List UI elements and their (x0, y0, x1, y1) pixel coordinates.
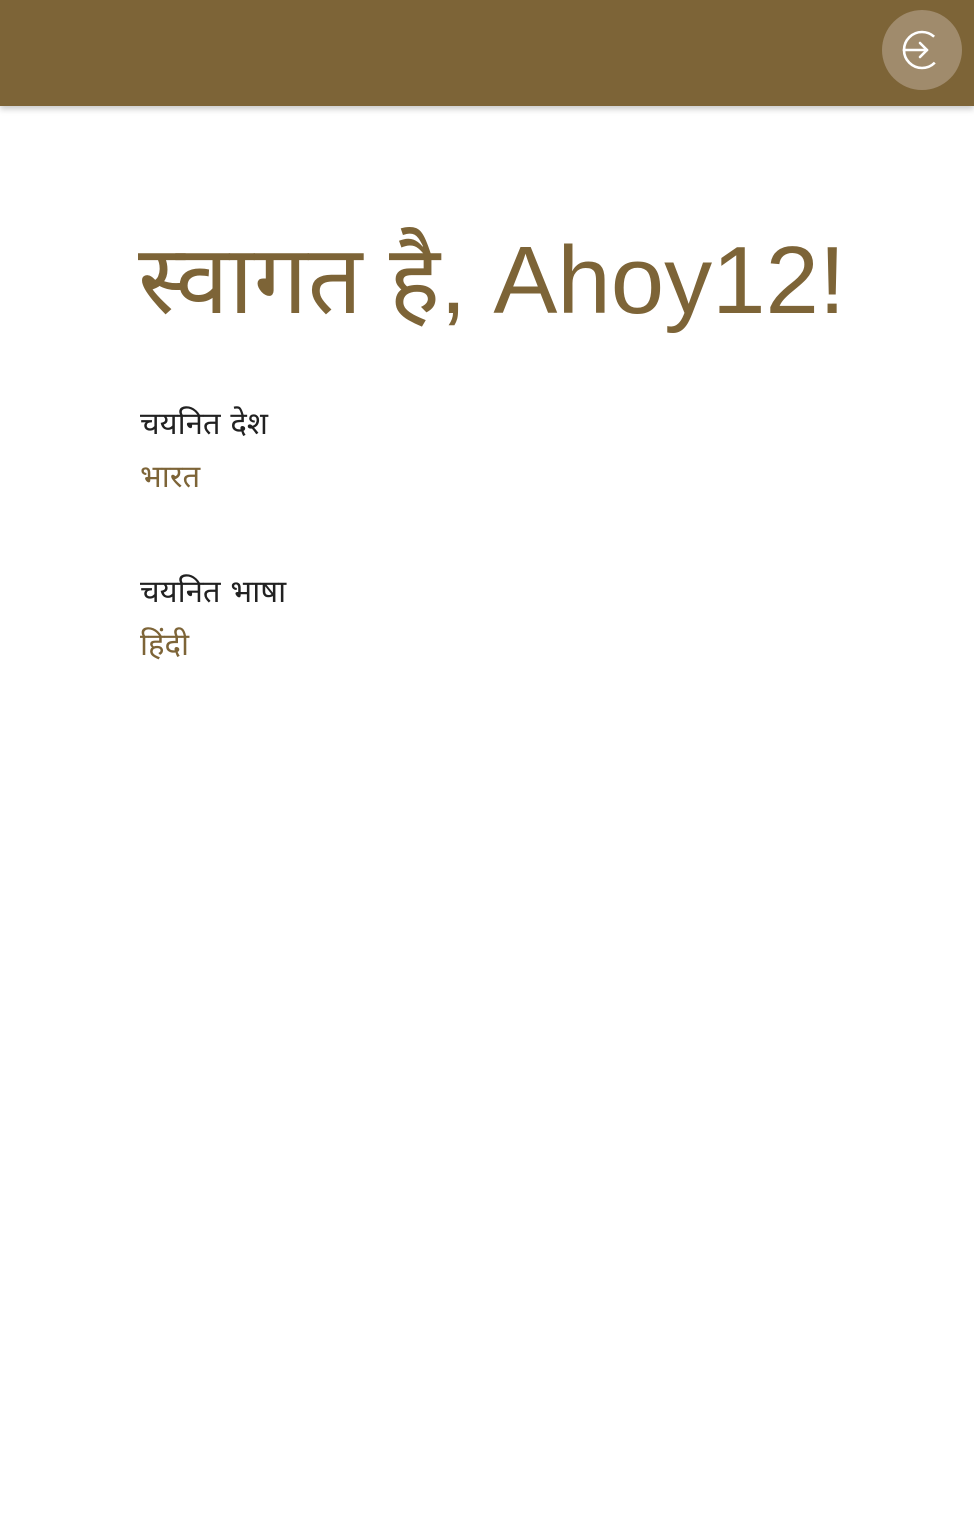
login-icon (900, 28, 944, 72)
login-button[interactable] (882, 10, 962, 90)
selected-country-value: भारत (140, 459, 201, 495)
selected-country-label: चयनित देश (140, 406, 268, 442)
app-bar (0, 0, 974, 106)
selected-language-value: हिंदी (140, 627, 189, 663)
welcome-heading: स्वागत है, Ahoy12! (138, 227, 846, 334)
selected-language-label: चयनित भाषा (140, 574, 287, 610)
